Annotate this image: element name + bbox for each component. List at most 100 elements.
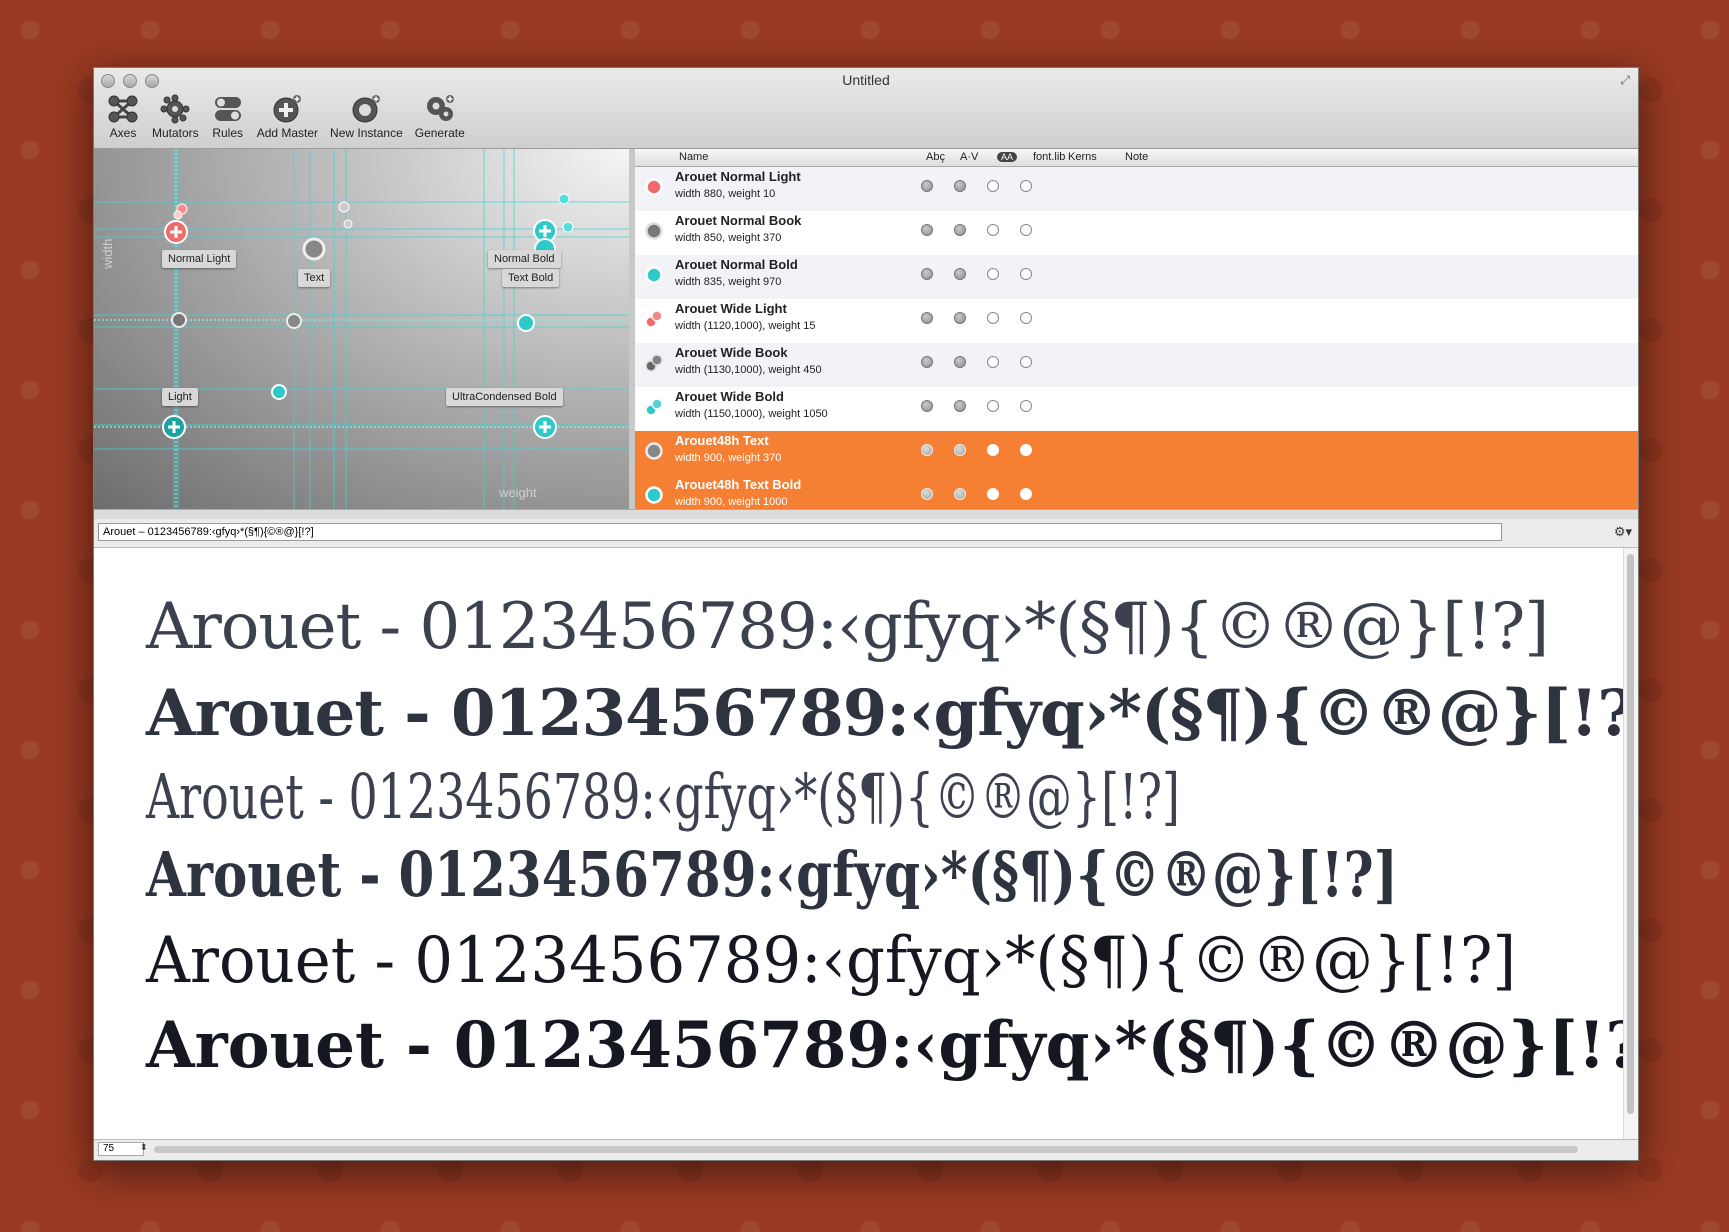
flag-checkbox[interactable] xyxy=(1020,180,1032,192)
sample-text-bar: ⚙▾ xyxy=(94,519,1638,548)
flag-checkbox[interactable] xyxy=(954,268,966,280)
flag-checkbox[interactable] xyxy=(921,180,933,192)
scroll-thumb[interactable] xyxy=(1627,554,1634,1114)
flag-checkbox[interactable] xyxy=(1020,224,1032,236)
flag-checkbox[interactable] xyxy=(954,400,966,412)
wide-bold-icon xyxy=(645,398,663,416)
row-location: width (1120,1000), weight 15 xyxy=(675,320,816,332)
zoom-stepper-icon[interactable]: ⬍ xyxy=(140,1142,148,1153)
flag-checkbox[interactable] xyxy=(987,488,999,500)
flag-checkbox[interactable] xyxy=(954,180,966,192)
table-row[interactable]: Arouet48h Text Bold width 900, weight 100… xyxy=(635,475,1638,509)
table-row[interactable]: Arouet Normal Bold width 835, weight 970 xyxy=(635,255,1638,299)
column-note[interactable]: Note xyxy=(1125,151,1148,163)
rules-button[interactable]: Rules xyxy=(205,94,251,140)
master-book-icon xyxy=(645,222,663,240)
table-row[interactable]: Arouet Wide Bold width (1150,1000), weigh… xyxy=(635,387,1638,431)
flag-checkbox[interactable] xyxy=(954,444,966,456)
add-master-button[interactable]: Add Master xyxy=(251,94,324,140)
preview-horizontal-scrollbar[interactable] xyxy=(154,1146,1578,1153)
row-location: width 900, weight 370 xyxy=(675,452,782,464)
flag-checkbox[interactable] xyxy=(921,400,933,412)
table-row[interactable]: Arouet Wide Book width (1130,1000), weigh… xyxy=(635,343,1638,387)
flag-checkbox[interactable] xyxy=(921,356,933,368)
add-master-icon xyxy=(270,94,304,124)
preview-vertical-scrollbar[interactable] xyxy=(1623,548,1638,1140)
gear-icon[interactable]: ⚙▾ xyxy=(1614,524,1632,540)
row-name: Arouet Wide Book xyxy=(675,345,788,360)
new-instance-button[interactable]: New Instance xyxy=(324,94,409,140)
column-kerns[interactable]: Kerns xyxy=(1068,151,1097,163)
axes-icon xyxy=(106,94,140,124)
flag-checkbox[interactable] xyxy=(987,356,999,368)
table-row[interactable]: Arouet Normal Book width 850, weight 370 xyxy=(635,211,1638,255)
column-aa[interactable]: AA xyxy=(997,152,1018,162)
axes-button[interactable]: Axes xyxy=(100,94,146,140)
preview-line-text: Arouet - 0123456789:‹gfyq›*(§¶){©®@}[!?] xyxy=(146,924,1517,998)
preview-pane: Arouet - 0123456789:‹gfyq›*(§¶){©®@}[!?]… xyxy=(94,548,1624,1140)
window-title: Untitled xyxy=(842,72,890,88)
app-window: Untitled ⤢ Axes Mutators Rules Add Maste… xyxy=(93,67,1639,1161)
column-name[interactable]: Name xyxy=(679,151,708,163)
column-abc[interactable]: Abç xyxy=(926,151,945,163)
axis-label-weight: weight xyxy=(499,485,537,500)
flag-checkbox[interactable] xyxy=(987,400,999,412)
flag-checkbox[interactable] xyxy=(921,488,933,500)
wide-light-icon xyxy=(645,310,663,328)
flag-checkbox[interactable] xyxy=(921,224,933,236)
flag-checkbox[interactable] xyxy=(987,312,999,324)
flag-checkbox[interactable] xyxy=(1020,312,1032,324)
flag-checkbox[interactable] xyxy=(954,488,966,500)
row-location: width (1150,1000), weight 1050 xyxy=(675,408,828,420)
flag-checkbox[interactable] xyxy=(954,356,966,368)
flag-checkbox[interactable] xyxy=(921,444,933,456)
flag-checkbox[interactable] xyxy=(987,268,999,280)
flag-checkbox[interactable] xyxy=(1020,444,1032,456)
masters-table: Name Abç A·V AA font.lib Kerns Note Arou… xyxy=(635,149,1638,509)
mutators-button[interactable]: Mutators xyxy=(146,94,205,140)
designspace-label-text-bold: Text Bold xyxy=(502,269,560,287)
flag-checkbox[interactable] xyxy=(954,224,966,236)
designspace-label-normal-light: Normal Light xyxy=(162,250,237,268)
instance-textbold-icon xyxy=(645,486,663,504)
flag-checkbox[interactable] xyxy=(954,312,966,324)
zoom-field[interactable]: 75 xyxy=(98,1142,144,1156)
designspace-view[interactable]: Normal Light Text Normal Bold Text Bold … xyxy=(94,149,629,509)
table-row[interactable]: Arouet Wide Light width (1120,1000), weig… xyxy=(635,299,1638,343)
toolbar: Axes Mutators Rules Add Master New Insta… xyxy=(100,94,471,140)
generate-label: Generate xyxy=(414,126,465,140)
preview-line-light: Arouet - 0123456789:‹gfyq›*(§¶){©®@}[!?] xyxy=(146,590,1549,664)
flag-checkbox[interactable] xyxy=(987,180,999,192)
flag-checkbox[interactable] xyxy=(921,268,933,280)
master-light-icon xyxy=(645,178,663,196)
rules-icon xyxy=(211,94,245,124)
generate-button[interactable]: Generate xyxy=(409,94,471,140)
table-body: Arouet Normal Light width 880, weight 10 A… xyxy=(635,167,1638,509)
fullscreen-icon[interactable]: ⤢ xyxy=(1620,73,1630,88)
row-name: Arouet48h Text Bold xyxy=(675,477,802,492)
table-header: Name Abç A·V AA font.lib Kerns Note xyxy=(635,149,1638,167)
flag-checkbox[interactable] xyxy=(1020,268,1032,280)
flag-checkbox[interactable] xyxy=(921,312,933,324)
sample-text-input[interactable] xyxy=(98,523,1502,541)
mutators-label: Mutators xyxy=(152,126,199,140)
row-location: width 850, weight 370 xyxy=(675,232,782,244)
designspace-label-normal-bold: Normal Bold xyxy=(488,250,561,268)
flag-checkbox[interactable] xyxy=(1020,488,1032,500)
flag-checkbox[interactable] xyxy=(987,444,999,456)
table-row[interactable]: Arouet48h Text width 900, weight 370 xyxy=(635,431,1638,475)
designspace-grid xyxy=(94,149,629,509)
row-name: Arouet48h Text xyxy=(675,433,769,448)
row-location: width (1130,1000), weight 450 xyxy=(675,364,822,376)
table-row[interactable]: Arouet Normal Light width 880, weight 10 xyxy=(635,167,1638,211)
preview-line-bold: Arouet - 0123456789:‹gfyq›*(§¶){©®@}[!?] xyxy=(146,676,1624,751)
column-fontlib[interactable]: font.lib xyxy=(1033,151,1065,163)
row-name: Arouet Normal Light xyxy=(675,169,801,184)
flag-checkbox[interactable] xyxy=(987,224,999,236)
flag-checkbox[interactable] xyxy=(1020,400,1032,412)
flag-checkbox[interactable] xyxy=(1020,356,1032,368)
instance-text-icon xyxy=(645,442,663,460)
preview-line-condensed-bold: Arouet - 0123456789:‹gfyq›*(§¶){©®@}[!?] xyxy=(146,838,1398,911)
new-instance-icon xyxy=(349,94,383,124)
column-av[interactable]: A·V xyxy=(960,151,978,163)
